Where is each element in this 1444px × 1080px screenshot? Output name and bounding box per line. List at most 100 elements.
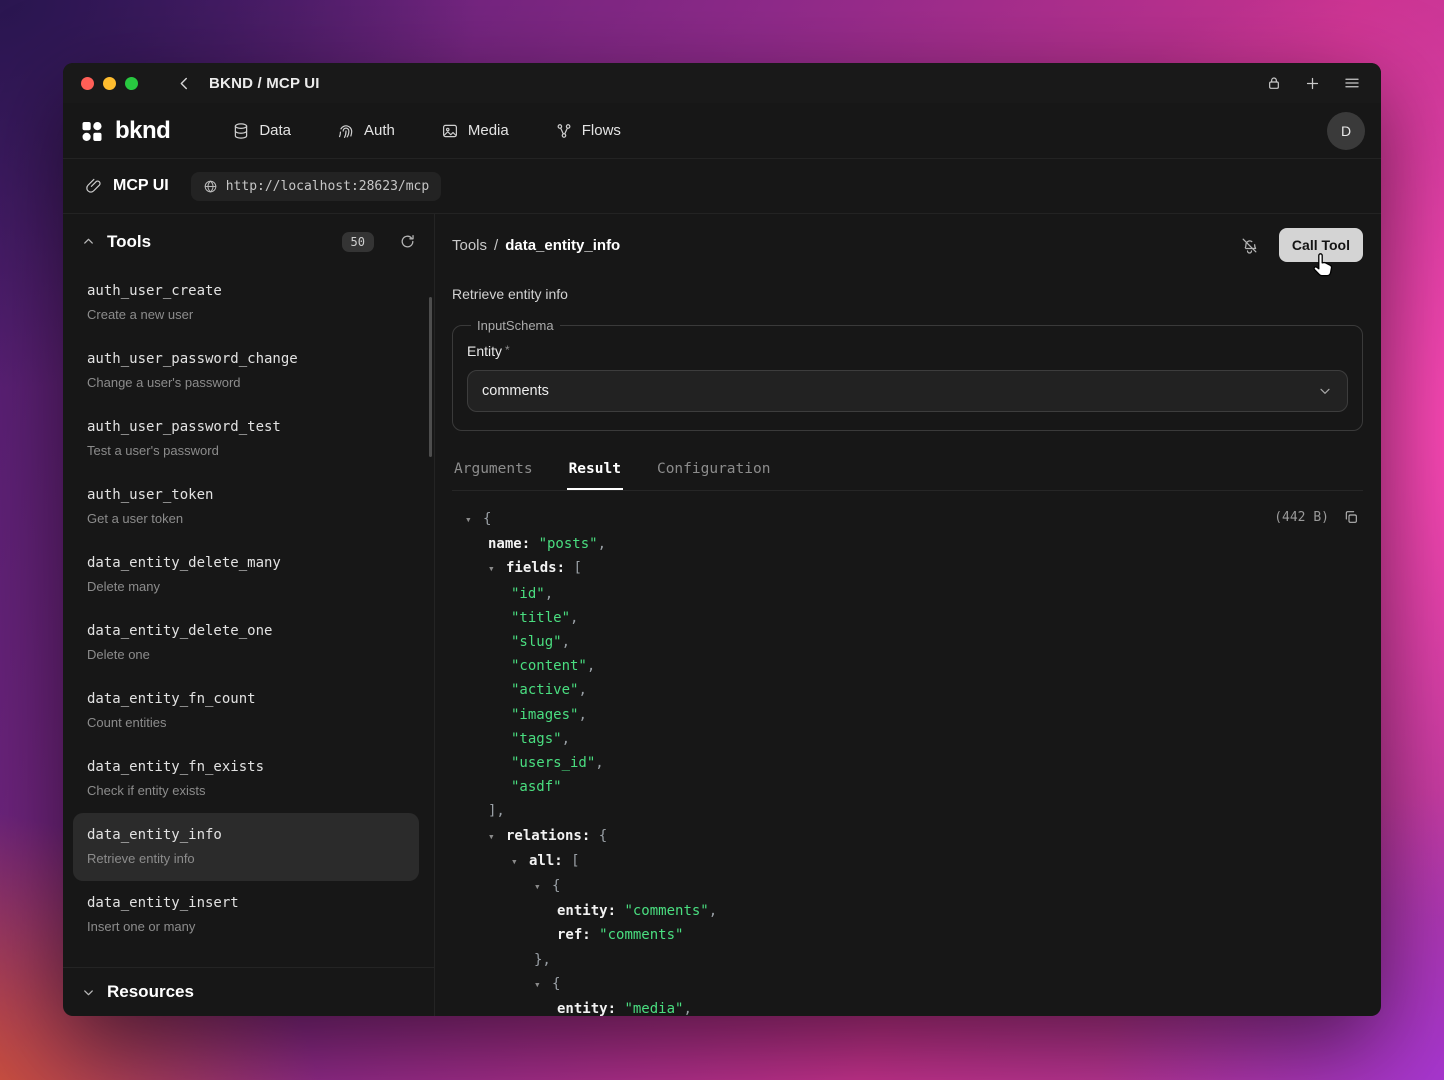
- tool-item-description: Insert one or many: [87, 919, 405, 935]
- nav-label: Data: [259, 122, 291, 139]
- tool-name: auth_user_create: [87, 282, 405, 300]
- json-punctuation: ,: [578, 682, 586, 698]
- tool-list-item[interactable]: data_entity_delete_one Delete one: [73, 609, 419, 677]
- json-punctuation: ,: [683, 1001, 691, 1016]
- tool-name: data_entity_delete_one: [87, 622, 405, 640]
- nav-item-flows[interactable]: Flows: [555, 122, 621, 140]
- back-button[interactable]: [174, 73, 195, 94]
- json-key: all:: [529, 853, 571, 869]
- json-line: entity: "comments",: [465, 899, 1363, 923]
- brand-logo[interactable]: bknd: [79, 117, 170, 145]
- json-string-value: "comments": [624, 903, 708, 919]
- tool-list-item[interactable]: auth_user_password_change Change a user'…: [73, 337, 419, 405]
- sidebar-scrollbar[interactable]: [429, 297, 432, 457]
- app-window: BKND / MCP UI bknd Data: [63, 63, 1381, 1016]
- tool-name: auth_user_password_change: [87, 350, 405, 368]
- json-line: "slug",: [465, 630, 1363, 654]
- content-area: Tools 50 auth_user_create Create a new u…: [63, 214, 1381, 1016]
- json-key: entity:: [557, 903, 624, 919]
- bknd-logo-icon: [79, 119, 105, 143]
- json-string-value: "content": [511, 658, 587, 674]
- json-collapse-caret[interactable]: ▾: [534, 875, 552, 899]
- main-nav: Data Auth Media Flows: [232, 122, 621, 140]
- json-line: "tags",: [465, 727, 1363, 751]
- json-line: ▾fields: [: [465, 556, 1363, 581]
- lock-icon[interactable]: [1264, 73, 1284, 93]
- tool-name: data_entity_fn_exists: [87, 758, 405, 776]
- mcp-icon: [85, 177, 103, 195]
- entity-select[interactable]: comments: [467, 370, 1348, 412]
- tool-list-item[interactable]: data_entity_delete_many Delete many: [73, 541, 419, 609]
- nav-item-data[interactable]: Data: [232, 122, 291, 140]
- tool-actions: Call Tool: [1238, 228, 1363, 262]
- tab-arguments[interactable]: Arguments: [452, 457, 535, 490]
- json-key: fields:: [506, 560, 573, 576]
- hamburger-menu-icon[interactable]: [1341, 72, 1363, 94]
- refresh-icon[interactable]: [397, 231, 418, 252]
- chevron-up-icon[interactable]: [81, 234, 96, 249]
- json-line: ▾relations: {: [465, 824, 1363, 849]
- json-collapse-caret[interactable]: ▾: [488, 557, 506, 581]
- nav-item-media[interactable]: Media: [441, 122, 509, 140]
- breadcrumb-current: data_entity_info: [505, 237, 620, 254]
- json-punctuation: [: [571, 853, 579, 869]
- new-tab-plus-icon[interactable]: [1302, 73, 1323, 94]
- tool-list-item[interactable]: data_entity_fn_count Count entities: [73, 677, 419, 745]
- tool-detail-header: Tools / data_entity_info Call Tool: [452, 224, 1363, 266]
- tab-configuration[interactable]: Configuration: [655, 457, 773, 490]
- json-punctuation: },: [534, 952, 551, 968]
- close-window-button[interactable]: [81, 77, 94, 90]
- breadcrumb-tools-link[interactable]: Tools: [452, 237, 487, 254]
- json-key: relations:: [506, 828, 599, 844]
- user-avatar[interactable]: D: [1327, 112, 1365, 150]
- json-punctuation: ,: [545, 586, 553, 602]
- json-collapse-caret[interactable]: ▾: [488, 825, 506, 849]
- json-line: "asdf": [465, 775, 1363, 799]
- json-line: "images",: [465, 703, 1363, 727]
- json-punctuation: ,: [709, 903, 717, 919]
- json-punctuation: ,: [598, 536, 606, 552]
- json-line: "content",: [465, 654, 1363, 678]
- json-punctuation: {: [552, 878, 560, 894]
- json-string-value: "asdf": [511, 779, 562, 795]
- chevron-down-icon: [1317, 383, 1333, 399]
- nav-item-auth[interactable]: Auth: [337, 122, 395, 140]
- resources-section-toggle[interactable]: Resources: [63, 967, 434, 1016]
- json-punctuation: ],: [488, 803, 505, 819]
- json-string-value: "users_id": [511, 755, 595, 771]
- tool-list-item[interactable]: data_entity_info Retrieve entity info: [73, 813, 419, 881]
- tool-list-item[interactable]: auth_user_password_test Test a user's pa…: [73, 405, 419, 473]
- json-line: ▾all: [: [465, 849, 1363, 874]
- copy-icon[interactable]: [1341, 507, 1361, 527]
- tool-list-item[interactable]: auth_user_create Create a new user: [73, 269, 419, 337]
- json-line: entity: "media",: [465, 997, 1363, 1016]
- json-line: name: "posts",: [465, 532, 1363, 556]
- tool-list-item[interactable]: data_entity_fn_exists Check if entity ex…: [73, 745, 419, 813]
- json-collapse-caret[interactable]: ▾: [511, 850, 529, 874]
- notifications-off-icon[interactable]: [1238, 234, 1261, 257]
- minimize-window-button[interactable]: [103, 77, 116, 90]
- tab-result[interactable]: Result: [567, 457, 623, 490]
- entity-label: Entity: [467, 343, 502, 359]
- json-string-value: "images": [511, 707, 578, 723]
- json-key: entity:: [557, 1001, 624, 1016]
- tool-list-item[interactable]: data_entity_insert Insert one or many: [73, 881, 419, 949]
- json-collapse-caret[interactable]: ▾: [465, 508, 483, 532]
- tool-item-description: Retrieve entity info: [87, 851, 405, 867]
- tool-item-description: Test a user's password: [87, 443, 405, 459]
- json-line: "title",: [465, 606, 1363, 630]
- tool-list-item[interactable]: auth_user_token Get a user token: [73, 473, 419, 541]
- result-size: (442 B): [1274, 510, 1329, 525]
- json-line: ],: [465, 799, 1363, 823]
- json-key: name:: [488, 536, 539, 552]
- json-collapse-caret[interactable]: ▾: [534, 973, 552, 997]
- mcp-url-chip[interactable]: http://localhost:28623/mcp: [191, 172, 442, 201]
- json-punctuation: ,: [562, 731, 570, 747]
- entity-select-value: comments: [482, 383, 549, 399]
- result-meta: (442 B): [1274, 507, 1361, 527]
- call-tool-button[interactable]: Call Tool: [1279, 228, 1363, 262]
- zoom-window-button[interactable]: [125, 77, 138, 90]
- nav-label: Media: [468, 122, 509, 139]
- json-line: },: [465, 948, 1363, 972]
- json-punctuation: {: [599, 828, 607, 844]
